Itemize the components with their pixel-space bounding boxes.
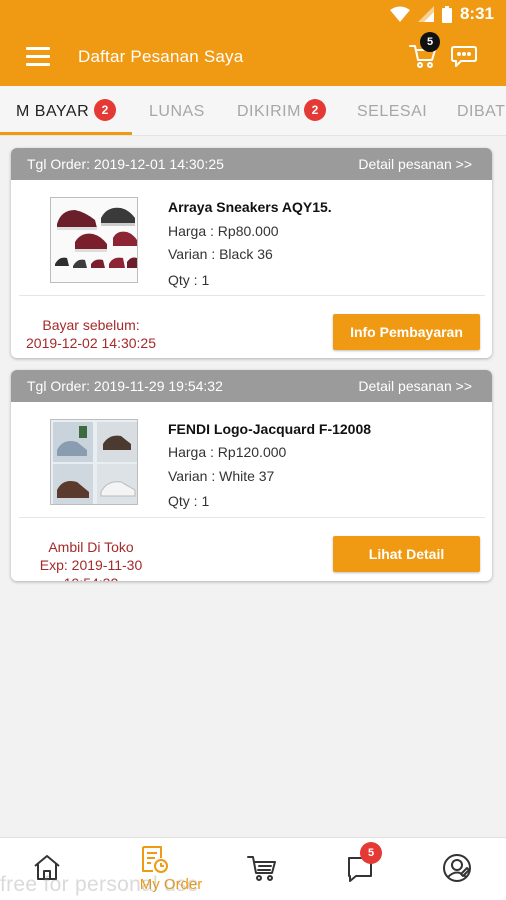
order-detail-link[interactable]: Detail pesanan >> <box>358 156 472 172</box>
pickup-label: Ambil Di Toko <box>48 539 134 555</box>
order-card: Tgl Order: 2019-12-01 14:30:25 Detail pe… <box>11 148 492 358</box>
card-divider <box>19 517 485 518</box>
order-icon <box>142 846 168 873</box>
tab-selesai[interactable]: SELESAI <box>357 86 427 135</box>
cart-count-badge: 5 <box>420 32 440 52</box>
page-title: Daftar Pesanan Saya <box>78 47 244 66</box>
tab-menunggu-bayar[interactable]: M BAYAR <box>16 86 89 135</box>
status-time: 8:31 <box>459 4 494 23</box>
home-icon <box>34 855 60 880</box>
product-image[interactable] <box>50 419 138 505</box>
profile-icon <box>443 854 471 882</box>
product-name: FENDI Logo-Jacquard F-12008 <box>168 421 372 437</box>
pickup-expiry: Exp: 2019-11-30 19:54:32 <box>39 557 143 581</box>
payment-deadline-value: 2019-12-02 14:30:25 <box>26 335 156 351</box>
product-qty: Qty : 1 <box>168 272 210 288</box>
sneaker-image <box>51 198 137 282</box>
bottom-navigation: My Order 5 <box>0 837 506 900</box>
tab-dikirim[interactable]: DIKIRIM <box>237 86 301 135</box>
notification-count-badge: 5 <box>360 842 382 864</box>
nav-home[interactable] <box>30 838 64 900</box>
order-date: Tgl Order: 2019-11-29 19:54:32 <box>27 378 223 394</box>
nav-my-order-label: My Order <box>139 876 203 893</box>
view-detail-button[interactable]: Lihat Detail <box>333 536 480 572</box>
product-name: Arraya Sneakers AQY15. <box>168 199 332 215</box>
card-divider <box>19 295 485 296</box>
shoe-collage-image <box>51 420 137 504</box>
nav-profile[interactable] <box>440 838 474 900</box>
chat-icon <box>451 46 477 67</box>
nav-my-order[interactable]: My Order <box>136 838 202 900</box>
order-card-header: Tgl Order: 2019-12-01 14:30:25 Detail pe… <box>11 148 492 180</box>
order-date: Tgl Order: 2019-12-01 14:30:25 <box>27 156 224 172</box>
tab-dibatalkan[interactable]: DIBAT <box>457 86 505 135</box>
menu-icon[interactable] <box>26 47 50 67</box>
order-status-tabs: M BAYAR 2 LUNAS DIKIRIM 2 SELESAI DIBAT <box>0 86 506 136</box>
product-variant: Varian : White 37 <box>168 468 275 484</box>
payment-deadline: Bayar sebelum: 2019-12-02 14:30:25 <box>11 316 171 352</box>
app-bar: Daftar Pesanan Saya 5 <box>0 28 506 86</box>
wifi-icon <box>389 6 410 22</box>
tab-badge-dikirim: 2 <box>304 99 326 121</box>
nav-cart[interactable] <box>246 838 280 900</box>
battery-icon <box>441 5 452 23</box>
tab-badge-bayar: 2 <box>94 99 116 121</box>
order-card: Tgl Order: 2019-11-29 19:54:32 Detail pe… <box>11 370 492 581</box>
pickup-info: Ambil Di Toko Exp: 2019-11-30 19:54:32 <box>11 538 171 581</box>
tab-lunas[interactable]: LUNAS <box>149 86 205 135</box>
payment-deadline-label: Bayar sebelum: <box>42 317 140 333</box>
order-detail-link[interactable]: Detail pesanan >> <box>358 378 472 394</box>
cart-icon <box>247 856 276 881</box>
status-icons: 8:31 <box>389 4 494 24</box>
product-price: Harga : Rp80.000 <box>168 223 279 239</box>
product-qty: Qty : 1 <box>168 493 210 509</box>
product-image[interactable] <box>50 197 138 283</box>
active-tab-indicator <box>0 132 132 135</box>
chat-button[interactable] <box>450 44 478 70</box>
product-price: Harga : Rp120.000 <box>168 444 287 460</box>
status-bar: 8:31 <box>0 0 506 28</box>
payment-info-button[interactable]: Info Pembayaran <box>333 314 480 350</box>
order-card-header: Tgl Order: 2019-11-29 19:54:32 Detail pe… <box>11 370 492 402</box>
signal-icon <box>417 6 434 22</box>
product-variant: Varian : Black 36 <box>168 246 273 262</box>
